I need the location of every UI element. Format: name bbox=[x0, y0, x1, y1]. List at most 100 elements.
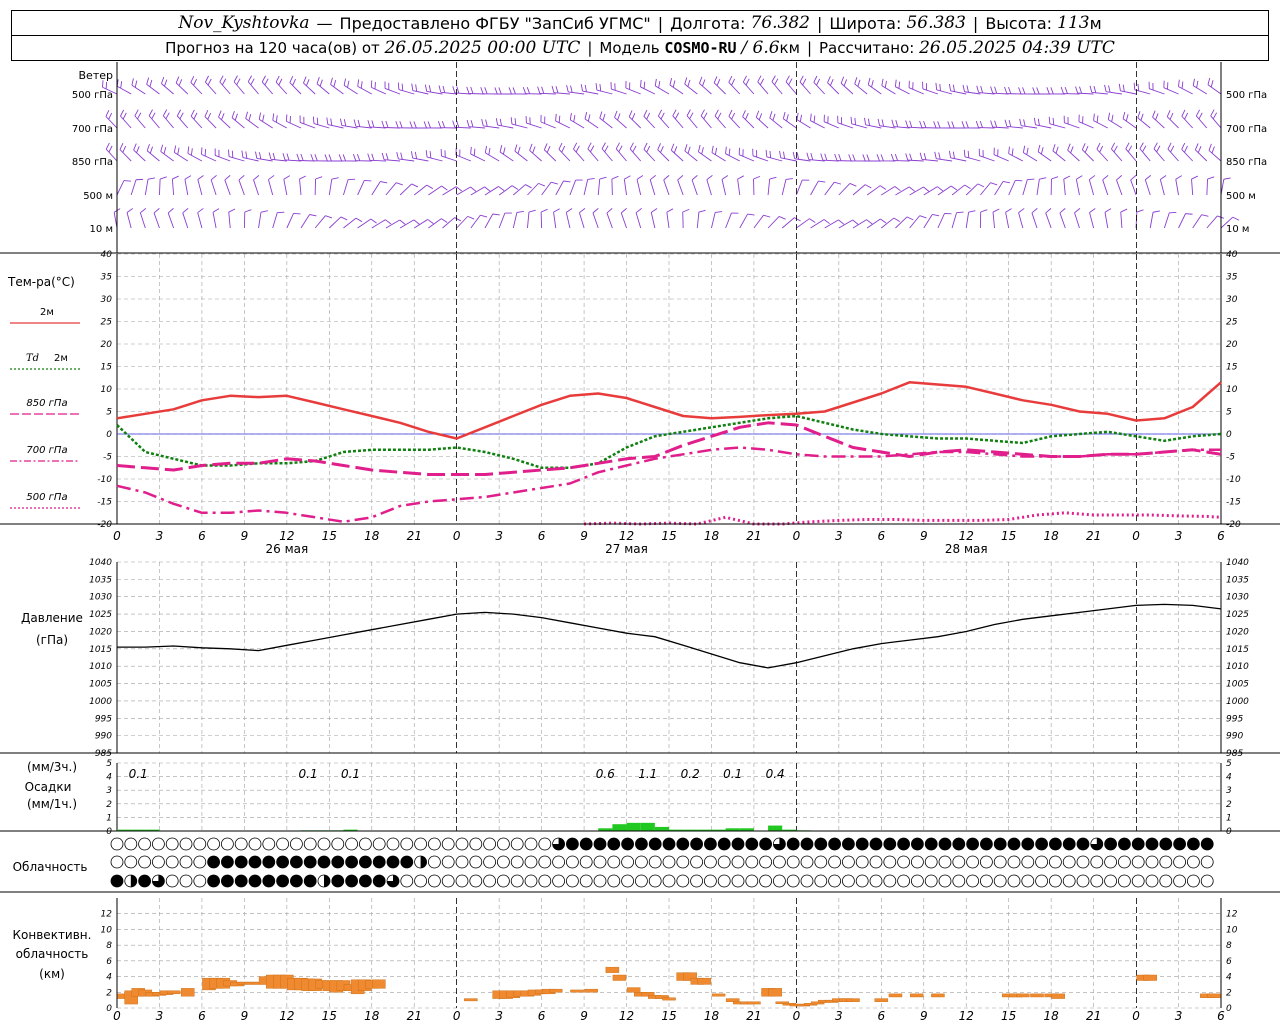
cloud-symbol bbox=[855, 855, 869, 869]
wind-barb-feather bbox=[580, 84, 583, 92]
cloud-symbol bbox=[786, 874, 800, 888]
wind-barb-feather bbox=[769, 111, 773, 119]
wind-barb-feather bbox=[700, 109, 705, 117]
wind-barb-staff bbox=[1181, 115, 1194, 129]
wind-barb-staff bbox=[698, 151, 712, 162]
wind-barb-feather bbox=[537, 86, 541, 94]
wind-barb-feather bbox=[894, 153, 899, 161]
wind-barb-feather bbox=[173, 145, 177, 153]
cloud-symbol bbox=[745, 874, 759, 888]
precip-total-label: 0.4 bbox=[766, 767, 785, 781]
wind-barb-feather bbox=[737, 175, 744, 180]
wind-barb-feather bbox=[1125, 114, 1129, 122]
temp-xtick: 6 bbox=[1217, 529, 1225, 543]
wind-barb-feather bbox=[492, 213, 500, 216]
wind-barb-staff bbox=[706, 179, 712, 196]
cloud-symbol bbox=[234, 837, 248, 851]
wind-barb-staff bbox=[739, 154, 755, 162]
wind-barb-feather bbox=[357, 79, 360, 87]
cloud-symbol bbox=[1159, 874, 1173, 888]
wind-barb-feather bbox=[783, 151, 786, 159]
pressure-ytick-right: 1010 bbox=[1226, 662, 1249, 672]
conv-ytick-left: 4 bbox=[106, 973, 112, 983]
conv-bar bbox=[909, 993, 924, 998]
wind-barb-staff bbox=[330, 84, 344, 95]
wind-barb-staff bbox=[413, 184, 428, 196]
wind-barb-staff bbox=[728, 82, 741, 95]
wind-barb-feather bbox=[381, 152, 385, 160]
conv-xtick: 6 bbox=[538, 1009, 546, 1023]
wind-barb-staff bbox=[672, 115, 684, 129]
precip-grid bbox=[116, 762, 1222, 832]
wind-barb-staff bbox=[455, 154, 472, 162]
wind-barb-feather bbox=[881, 119, 885, 127]
cloud-symbol bbox=[414, 874, 428, 888]
wind-barb-staff bbox=[1122, 118, 1137, 129]
wind-barb-staff bbox=[258, 212, 262, 229]
wind-barb-feather bbox=[884, 80, 887, 88]
cloud-symbol bbox=[1187, 855, 1200, 869]
wind-barb-feather bbox=[278, 78, 283, 86]
conv-xtick: 9 bbox=[920, 1009, 928, 1023]
cloud-symbol bbox=[179, 874, 193, 888]
wind-barb-feather bbox=[1037, 118, 1040, 126]
wind-barb-feather bbox=[165, 112, 170, 120]
wind-barb-feather bbox=[187, 146, 190, 154]
wind-barb-feather bbox=[244, 209, 252, 213]
wind-barb-feather bbox=[261, 75, 266, 83]
wind-barb-staff bbox=[357, 85, 372, 95]
wind-barb-feather bbox=[919, 215, 927, 219]
wind-barb-feather bbox=[979, 120, 983, 128]
cloud-symbol-fill bbox=[676, 838, 689, 850]
wind-barb-staff bbox=[529, 150, 542, 162]
wind-barb-feather bbox=[1104, 84, 1107, 92]
conv-bar bbox=[874, 998, 889, 1002]
wind-barb-staff bbox=[923, 214, 933, 229]
wind-barb-feather bbox=[1089, 85, 1093, 93]
wind-barb-feather bbox=[292, 78, 296, 86]
temp-xtick: 9 bbox=[580, 529, 588, 543]
wind-barb-feather bbox=[670, 143, 675, 151]
wind-barb-feather bbox=[769, 176, 777, 180]
conv-xtick: 0 bbox=[453, 1009, 461, 1023]
conv-xtick: 18 bbox=[704, 1009, 720, 1023]
wind-barb-feather bbox=[219, 75, 224, 83]
wind-barb-feather bbox=[233, 75, 238, 82]
precip-ylabel-bottom: (мм/1ч.) bbox=[27, 797, 77, 811]
wind-barb-feather bbox=[1096, 142, 1101, 150]
wind-barb-staff bbox=[1031, 212, 1038, 229]
wind-barb-feather bbox=[849, 183, 857, 187]
legend-label-td2m: 2м bbox=[54, 353, 68, 364]
temp-ytick-left: 10 bbox=[101, 385, 113, 395]
wind-barb-feather bbox=[1181, 81, 1184, 89]
wind-barb-feather bbox=[614, 110, 618, 118]
wind-barb-staff bbox=[677, 179, 684, 196]
wind-barb-feather bbox=[663, 175, 670, 181]
wind-barb-feather bbox=[848, 154, 852, 162]
wind-barb-feather bbox=[975, 120, 979, 128]
wind-barb-feather bbox=[765, 149, 768, 157]
wind-barb-staff bbox=[980, 182, 991, 196]
cloud-symbol-fill bbox=[207, 856, 220, 868]
wind-barb-feather bbox=[590, 145, 595, 153]
wind-barb-staff bbox=[159, 178, 161, 196]
wind-barb-feather bbox=[381, 120, 385, 128]
conv-xtick: 21 bbox=[746, 1009, 761, 1023]
wind-barb-staff bbox=[540, 121, 556, 129]
wind-barb-feather bbox=[1139, 142, 1144, 149]
legend-label-t850: 850 гПа bbox=[26, 398, 67, 409]
precip-total-label: 0.2 bbox=[681, 767, 700, 781]
conv-ylabel3: (км) bbox=[39, 967, 65, 981]
cloud-symbol bbox=[883, 855, 897, 869]
wind-barb-feather bbox=[566, 208, 573, 213]
wind-barb-feather bbox=[414, 151, 418, 159]
wind-barb-feather bbox=[426, 184, 434, 190]
cloud-symbol bbox=[773, 855, 786, 869]
wind-barb-feather bbox=[635, 208, 642, 214]
wind-barb-feather bbox=[508, 87, 512, 95]
wind-barb-staff bbox=[907, 159, 924, 162]
wind-barb-feather bbox=[620, 208, 627, 214]
cloud-title: Облачность bbox=[13, 860, 88, 874]
wind-barb-staff bbox=[881, 217, 895, 229]
cloud-symbol bbox=[110, 855, 124, 869]
